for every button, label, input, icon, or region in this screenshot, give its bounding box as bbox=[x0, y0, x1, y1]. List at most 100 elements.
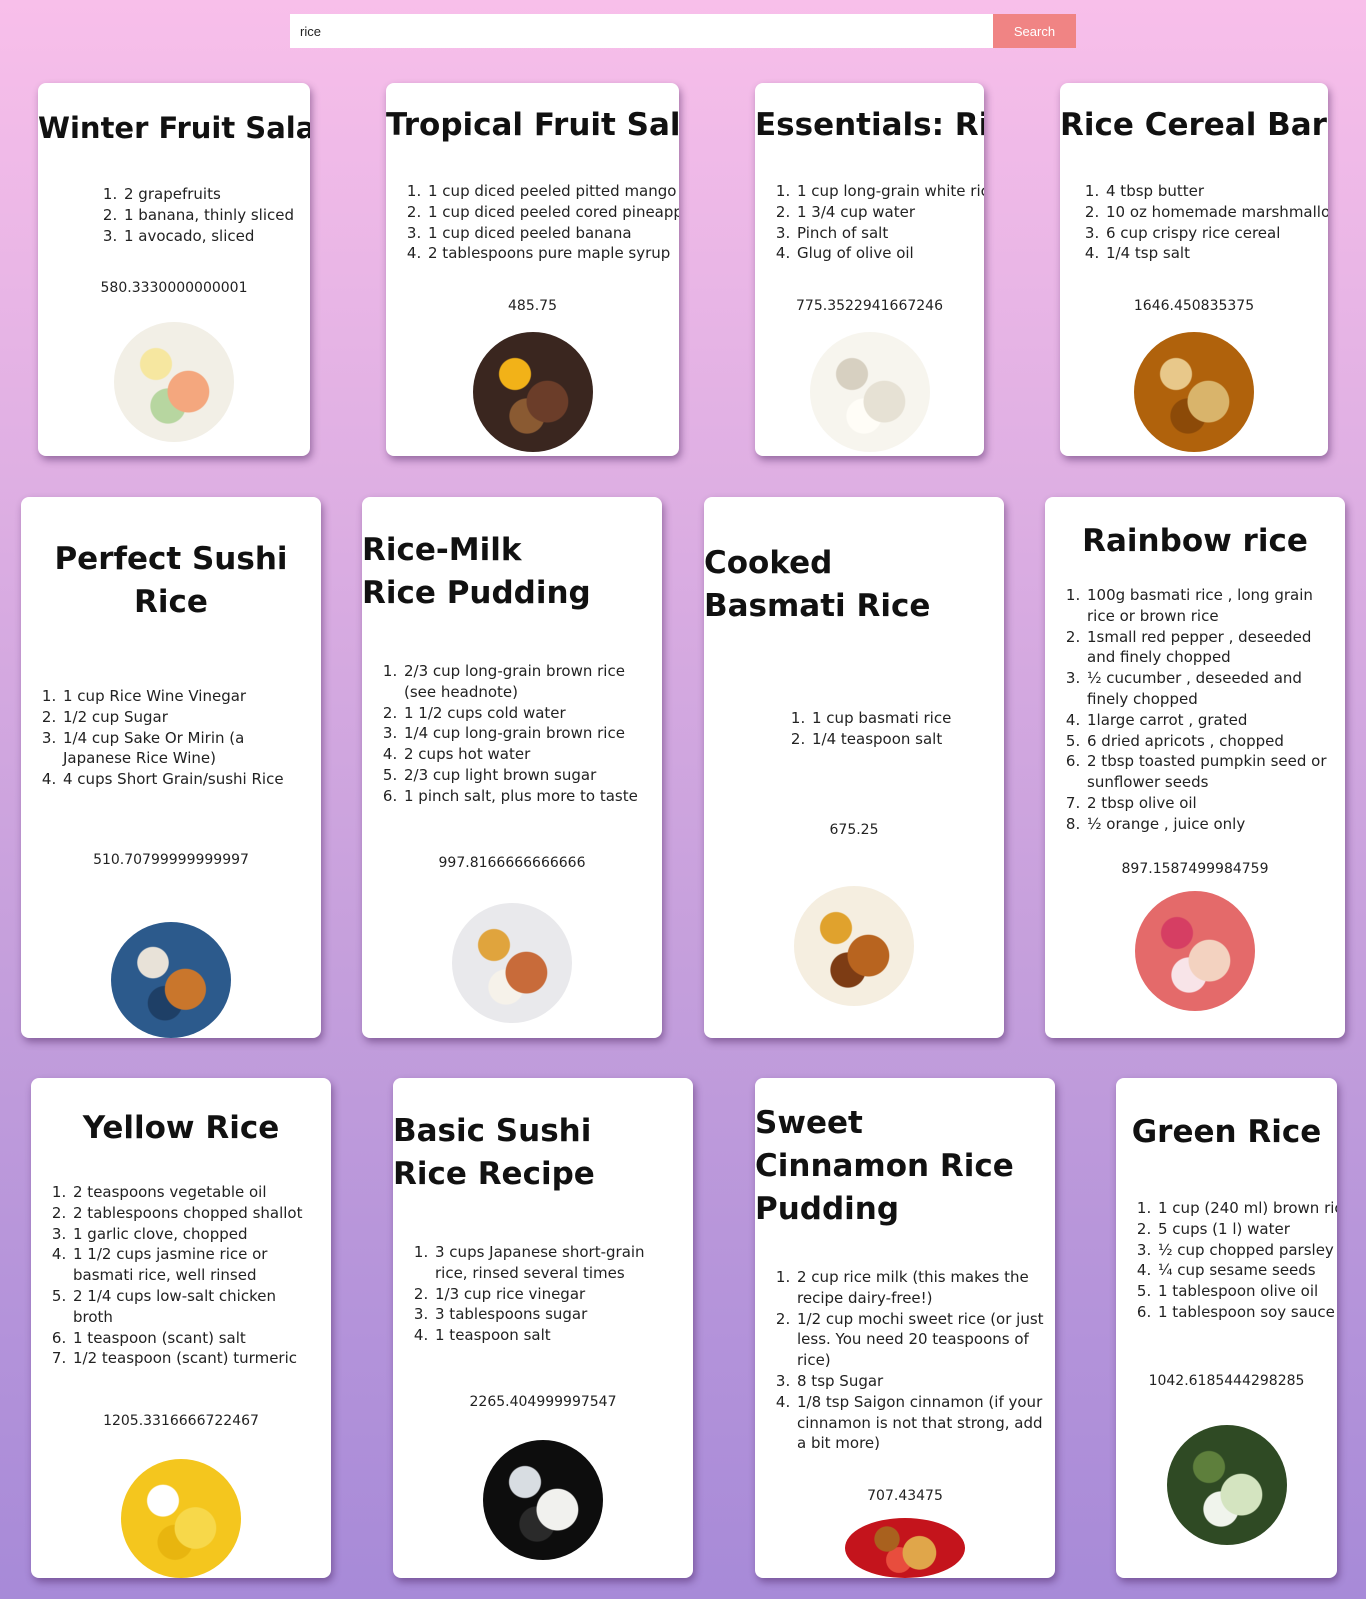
ingredient-item: Glug of olive oil bbox=[795, 243, 984, 264]
ingredient-list: 1 cup long-grain white rice1 3/4 cup wat… bbox=[755, 181, 984, 264]
ingredient-item: 1small red pepper , deseeded and finely … bbox=[1085, 627, 1335, 669]
ingredient-item: 1 cup basmati rice bbox=[810, 708, 1004, 729]
recipe-value: 997.8166666666666 bbox=[438, 854, 586, 871]
recipe-title: Cooked Basmati Rice bbox=[704, 545, 931, 624]
ingredient-list: 100g basmati rice , long grain rice or b… bbox=[1045, 585, 1345, 835]
recipe-value: 510.70799999999997 bbox=[93, 851, 249, 868]
green-rice-plate-icon bbox=[1166, 1424, 1287, 1545]
ingredient-item: 1large carrot , grated bbox=[1085, 710, 1335, 731]
ingredient-item: 6 dried apricots , chopped bbox=[1085, 731, 1335, 752]
recipe-card[interactable]: Green Rice 1 cup (240 ml) brown rice5 cu… bbox=[1116, 1078, 1337, 1578]
ingredient-list: 3 cups Japanese short-grain rice, rinsed… bbox=[393, 1242, 693, 1346]
ingredient-item: 2 tbsp olive oil bbox=[1085, 793, 1335, 814]
recipe-card[interactable]: Winter Fruit Salad 2 grapefruits1 banana… bbox=[38, 83, 310, 456]
ingredient-item: 6 cup crispy rice cereal bbox=[1104, 223, 1328, 244]
ingredient-list: 1 cup diced peeled pitted mango1 cup dic… bbox=[386, 181, 679, 264]
ingredient-list: 2/3 cup long-grain brown rice (see headn… bbox=[362, 661, 662, 807]
ingredient-item: 5 cups (1 l) water bbox=[1156, 1219, 1337, 1240]
ingredient-item: 2 cups hot water bbox=[402, 744, 648, 765]
ingredient-item: 2 1/4 cups low-salt chicken broth bbox=[71, 1286, 317, 1328]
search-bar: Search bbox=[290, 14, 1076, 48]
ingredient-item: 1 cup Rice Wine Vinegar bbox=[61, 686, 307, 707]
ingredient-item: 1/8 tsp Saigon cinnamon (if your cinnamo… bbox=[795, 1392, 1049, 1454]
recipe-title: Perfect Sushi Rice bbox=[54, 541, 299, 620]
ingredient-list: 2 grapefruits1 banana, thinly sliced1 av… bbox=[38, 184, 310, 246]
ingredient-item: 1/4 cup long-grain brown rice bbox=[402, 723, 648, 744]
recipe-title: Rice-Milk Rice Pudding bbox=[362, 532, 591, 611]
ingredient-item: 1 banana, thinly sliced bbox=[122, 205, 310, 226]
sushi-rice-scoop-icon bbox=[483, 1439, 603, 1560]
ingredient-item: 1/2 cup mochi sweet rice (or just less. … bbox=[795, 1309, 1049, 1371]
recipe-card[interactable]: Tropical Fruit Salad 1 cup diced peeled … bbox=[386, 83, 679, 456]
ingredient-item: 1/2 teaspoon (scant) turmeric bbox=[71, 1348, 317, 1369]
fruit-topped-cake-icon bbox=[472, 332, 593, 453]
ingredient-item: 2 tablespoons pure maple syrup bbox=[426, 243, 679, 264]
ingredient-item: 1 3/4 cup water bbox=[795, 202, 984, 223]
ingredient-item: 3 tablespoons sugar bbox=[433, 1304, 679, 1325]
ingredient-item: 8 tsp Sugar bbox=[795, 1371, 1049, 1392]
recipe-title: Basic Sushi Rice Recipe bbox=[393, 1113, 603, 1192]
cinnamon-pudding-bowl-icon bbox=[845, 1518, 965, 1578]
ingredient-item: 1 pinch salt, plus more to taste bbox=[402, 786, 648, 807]
recipe-card[interactable]: Rainbow rice 100g basmati rice , long gr… bbox=[1045, 497, 1345, 1038]
ingredient-item: 1 cup (240 ml) brown rice bbox=[1156, 1198, 1337, 1219]
ingredient-item: 1 tablespoon soy sauce bbox=[1156, 1302, 1337, 1323]
recipe-value: 897.1587499984759 bbox=[1121, 860, 1269, 877]
recipe-card[interactable]: Basic Sushi Rice Recipe 3 cups Japanese … bbox=[393, 1078, 693, 1578]
ingredient-item: 2/3 cup long-grain brown rice (see headn… bbox=[402, 661, 648, 703]
recipe-value: 485.75 bbox=[508, 298, 557, 315]
yellow-rice-bowl-icon bbox=[121, 1459, 241, 1578]
recipe-title: Winter Fruit Salad bbox=[38, 111, 310, 145]
ingredient-item: Pinch of salt bbox=[795, 223, 984, 244]
recipe-value: 675.25 bbox=[829, 821, 879, 838]
ingredient-item: ½ orange , juice only bbox=[1085, 814, 1335, 835]
search-input[interactable] bbox=[290, 14, 993, 48]
ingredient-item: 1 cup diced peeled cored pineapple bbox=[426, 202, 679, 223]
ingredient-item: 1 1/2 cups cold water bbox=[402, 703, 648, 724]
recipe-card[interactable]: Rice-Milk Rice Pudding 2/3 cup long-grai… bbox=[362, 497, 662, 1038]
ingredient-item: 1/4 cup Sake Or Mirin (a Japanese Rice W… bbox=[61, 728, 307, 770]
recipe-card[interactable]: Yellow Rice 2 teaspoons vegetable oil2 t… bbox=[31, 1078, 331, 1578]
recipe-card[interactable]: Rice Cereal Bars 4 tbsp butter10 oz home… bbox=[1060, 83, 1328, 456]
ingredient-item: 1 garlic clove, chopped bbox=[71, 1224, 317, 1245]
ingredient-item: 2 cup rice milk (this makes the recipe d… bbox=[795, 1267, 1049, 1309]
ingredient-item: 4 cups Short Grain/sushi Rice bbox=[61, 769, 307, 790]
ingredient-list: 2 teaspoons vegetable oil2 tablespoons c… bbox=[31, 1182, 331, 1369]
recipe-title: Rainbow rice bbox=[1082, 523, 1308, 559]
recipe-title: Rice Cereal Bars bbox=[1060, 107, 1328, 143]
ingredient-list: 4 tbsp butter10 oz homemade marshmallows… bbox=[1060, 181, 1328, 264]
ingredient-item: 2/3 cup light brown sugar bbox=[402, 765, 648, 786]
ingredient-item: 3 cups Japanese short-grain rice, rinsed… bbox=[433, 1242, 679, 1284]
ingredient-item: 1 1/2 cups jasmine rice or basmati rice,… bbox=[71, 1244, 317, 1286]
ingredient-item: 1 teaspoon (scant) salt bbox=[71, 1328, 317, 1349]
ingredient-item: 1/3 cup rice vinegar bbox=[433, 1284, 679, 1305]
recipe-title: Sweet Cinnamon Rice Pudding bbox=[755, 1105, 1025, 1227]
recipe-card[interactable]: Essentials: Rice 1 cup long-grain white … bbox=[755, 83, 984, 456]
ingredient-item: 1/2 cup Sugar bbox=[61, 707, 307, 728]
ingredient-item: 2 tablespoons chopped shallot bbox=[71, 1203, 317, 1224]
ingredient-item: 10 oz homemade marshmallows bbox=[1104, 202, 1328, 223]
sushi-table-icon bbox=[111, 921, 231, 1038]
recipe-value: 1646.450835375 bbox=[1133, 298, 1255, 315]
ingredient-item: ½ cucumber , deseeded and finely chopped bbox=[1085, 668, 1335, 710]
search-button[interactable]: Search bbox=[993, 14, 1076, 48]
ingredient-item: 1/4 tsp salt bbox=[1104, 243, 1328, 264]
ingredient-item: 100g basmati rice , long grain rice or b… bbox=[1085, 585, 1335, 627]
ingredient-list: 1 cup Rice Wine Vinegar1/2 cup Sugar1/4 … bbox=[21, 686, 321, 790]
ingredient-item: 1 cup long-grain white rice bbox=[795, 181, 984, 202]
rainbow-rice-container-icon bbox=[1135, 890, 1255, 1011]
ingredient-item: 1 tablespoon olive oil bbox=[1156, 1281, 1337, 1302]
recipe-card[interactable]: Perfect Sushi Rice 1 cup Rice Wine Vineg… bbox=[21, 497, 321, 1038]
curry-plate-icon bbox=[794, 885, 914, 1006]
recipe-title: Tropical Fruit Salad bbox=[386, 107, 679, 143]
ingredient-item: 2 grapefruits bbox=[122, 184, 310, 205]
ingredient-item: 4 tbsp butter bbox=[1104, 181, 1328, 202]
ingredient-item: ½ cup chopped parsley bbox=[1156, 1240, 1337, 1261]
recipe-card[interactable]: Sweet Cinnamon Rice Pudding 2 cup rice m… bbox=[755, 1078, 1055, 1578]
recipe-card[interactable]: Cooked Basmati Rice 1 cup basmati rice1/… bbox=[704, 497, 1004, 1038]
recipe-value: 707.43475 bbox=[867, 1488, 943, 1505]
ingredient-list: 2 cup rice milk (this makes the recipe d… bbox=[755, 1267, 1055, 1454]
ingredient-list: 1 cup basmati rice1/4 teaspoon salt bbox=[704, 708, 1004, 750]
ingredient-item: 1/4 teaspoon salt bbox=[810, 729, 1004, 750]
fruit-salad-plate-icon bbox=[114, 322, 234, 443]
